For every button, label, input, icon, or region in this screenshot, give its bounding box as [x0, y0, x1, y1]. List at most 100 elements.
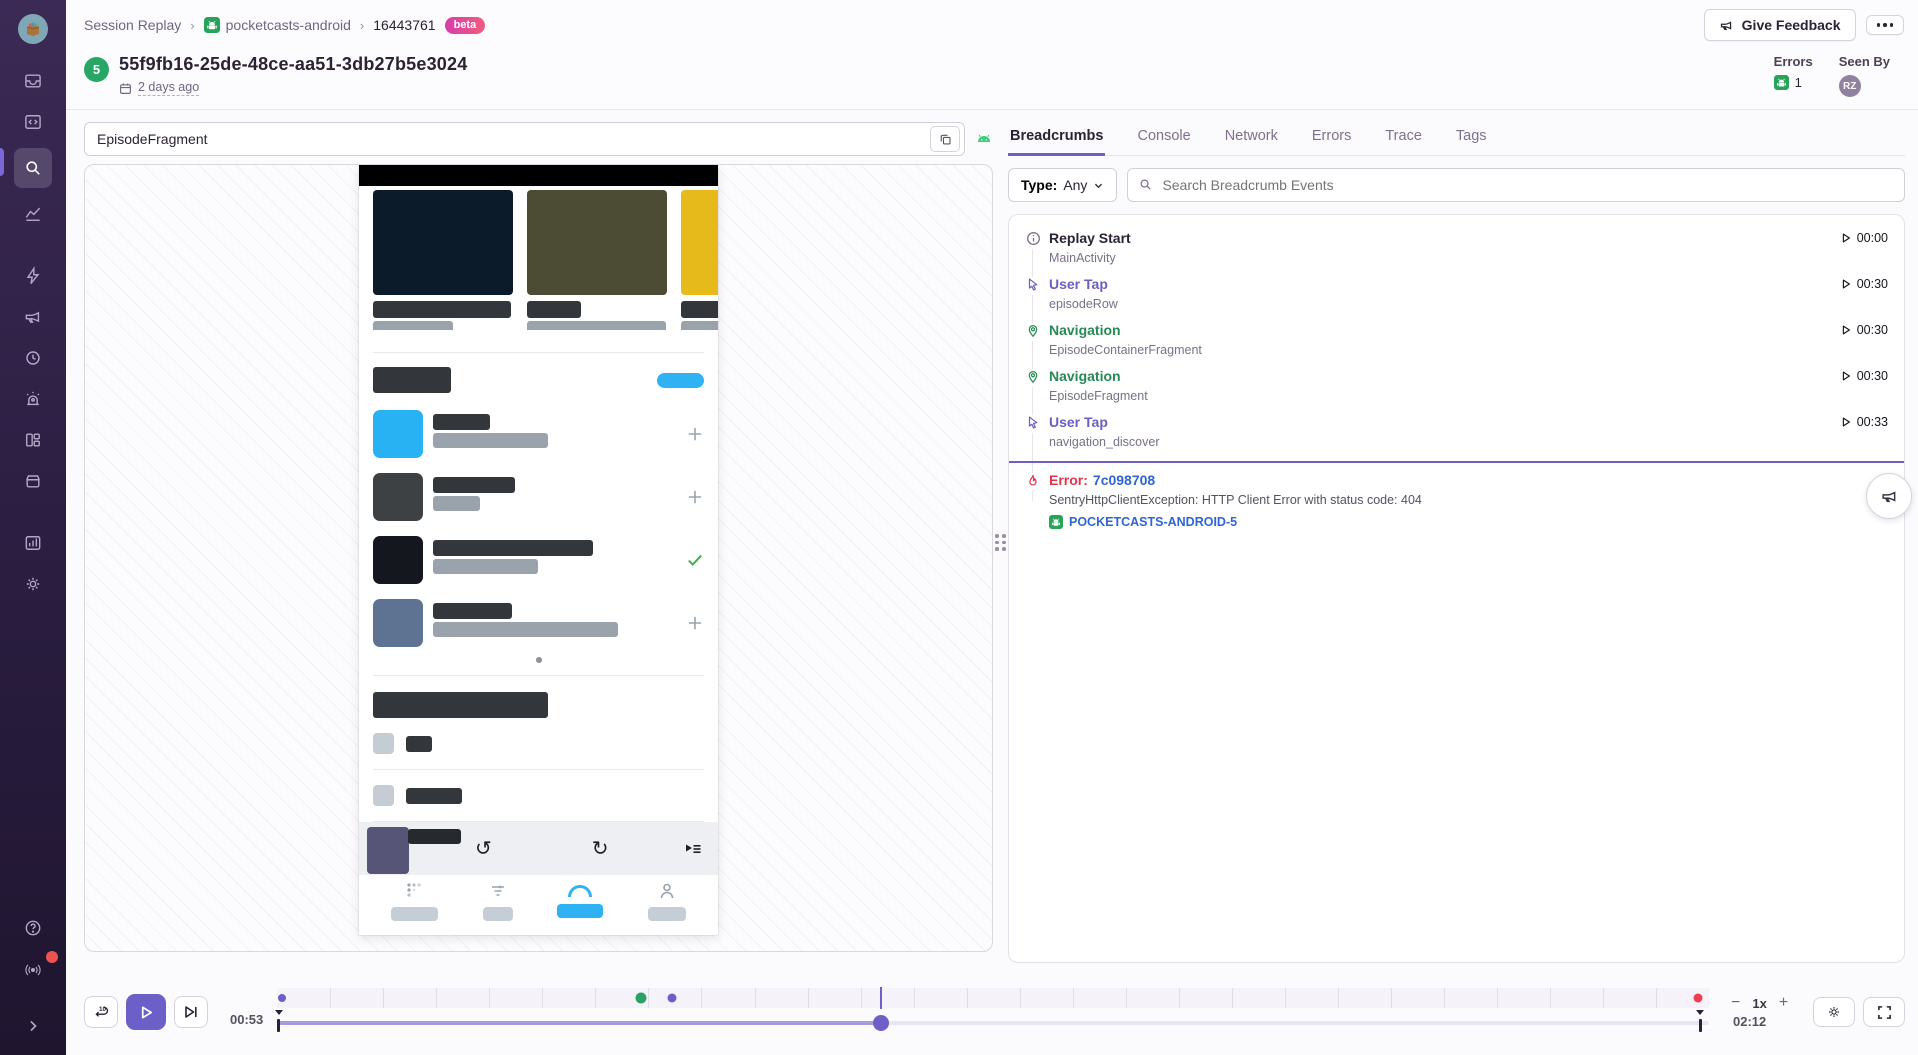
floating-feedback-button[interactable]: [1866, 473, 1912, 519]
up-next-icon: [684, 841, 702, 857]
segment-count-badge: 5: [84, 57, 109, 82]
errors-label: Errors: [1774, 54, 1813, 69]
breadcrumb-item-info[interactable]: Replay Start00:00MainActivity: [1009, 221, 1904, 267]
breadcrumb-item-tap[interactable]: User Tap00:30episodeRow: [1009, 267, 1904, 313]
sidebar-item-history[interactable]: [14, 343, 52, 373]
sidebar-collapse-toggle[interactable]: [14, 1011, 52, 1041]
replay-timeline[interactable]: [277, 988, 1709, 1036]
jump-to-time-button[interactable]: 00:00: [1840, 231, 1888, 245]
timeline-event-dot[interactable]: [1693, 994, 1702, 1003]
replay-viewer[interactable]: ↺ ↻: [84, 164, 993, 952]
breadcrumb-search-input[interactable]: [1127, 168, 1905, 202]
sidebar-item-settings[interactable]: [14, 569, 52, 599]
sidebar-item-explore[interactable]: [14, 148, 52, 188]
mini-player: ↺ ↻: [359, 822, 718, 875]
sidebar-item-layout[interactable]: [14, 425, 52, 455]
timeline-event-dot[interactable]: [668, 994, 677, 1003]
fire-icon: [1025, 473, 1041, 491]
breadcrumb-item-tap[interactable]: User Tap00:33navigation_discover: [1009, 405, 1904, 451]
breadcrumb-item-description: EpisodeFragment: [1049, 389, 1888, 403]
skip-to-end-button[interactable]: [174, 996, 208, 1028]
player-settings-button[interactable]: [1813, 997, 1855, 1027]
breadcrumb-item-title: Error:: [1049, 472, 1088, 488]
lightning-icon: [23, 266, 43, 286]
breadcrumb-item-title: User Tap: [1049, 276, 1108, 292]
seen-by-label: Seen By: [1839, 54, 1890, 69]
timeline-scrubber[interactable]: [277, 1010, 1709, 1036]
breadcrumb-session-replay[interactable]: Session Replay: [84, 17, 181, 33]
layout-icon: [23, 430, 43, 450]
speed-value[interactable]: 1x: [1752, 996, 1766, 1011]
sidebar-item-whats-new[interactable]: [14, 955, 52, 985]
person-icon: [658, 882, 676, 900]
fullscreen-icon: [1877, 1005, 1892, 1020]
sidebar-item-alerts[interactable]: [14, 261, 52, 291]
fullscreen-button[interactable]: [1863, 997, 1905, 1027]
sidebar-item-archive[interactable]: [14, 466, 52, 496]
sidebar-item-help[interactable]: [14, 913, 52, 943]
replay-id-title: 55f9fb16-25de-48ce-aa51-3db27b5e3024: [119, 54, 467, 75]
error-project-link[interactable]: POCKETCASTS-ANDROID-5: [1049, 515, 1888, 529]
timeline-tick: [967, 988, 968, 1008]
android-icon: [204, 17, 220, 33]
tab-trace[interactable]: Trace: [1383, 122, 1424, 156]
tab-console[interactable]: Console: [1135, 122, 1192, 156]
timeline-tick: [383, 988, 384, 1008]
sidebar-item-dashboards[interactable]: [14, 199, 52, 229]
sidebar-item-stats[interactable]: [14, 528, 52, 558]
type-filter-dropdown[interactable]: Type: Any: [1008, 168, 1117, 202]
timeline-tick: [1179, 988, 1180, 1008]
timeline-tick: [914, 988, 915, 1008]
breadcrumb-item-nav[interactable]: Navigation00:30EpisodeFragment: [1009, 359, 1904, 405]
timeline-tick: [330, 988, 331, 1008]
more-options-button[interactable]: [1866, 15, 1905, 35]
error-id-link[interactable]: 7c098708: [1093, 472, 1155, 488]
sidebar-item-crons[interactable]: [14, 384, 52, 414]
give-feedback-button[interactable]: Give Feedback: [1704, 9, 1856, 41]
tab-tags[interactable]: Tags: [1454, 122, 1489, 156]
tab-errors[interactable]: Errors: [1310, 122, 1353, 156]
breadcrumb-project[interactable]: pocketcasts-android: [204, 17, 351, 33]
jump-to-time-button[interactable]: 00:30: [1840, 369, 1888, 383]
jump-to-time-button[interactable]: 00:30: [1840, 277, 1888, 291]
rewind-10-button[interactable]: 10: [84, 996, 118, 1028]
plus-icon: [686, 425, 704, 443]
skip-end-icon: [183, 1004, 199, 1020]
breadcrumb-item-nav[interactable]: Navigation00:30EpisodeContainerFragment: [1009, 313, 1904, 359]
timeline-tick: [1126, 988, 1127, 1008]
breadcrumb-item-error[interactable]: Error:7c098708SentryHttpClientException:…: [1009, 463, 1904, 531]
breadcrumb-item-description: navigation_discover: [1049, 435, 1888, 449]
podcast-carousel: [359, 190, 718, 330]
timeline-strip[interactable]: [277, 988, 1709, 1008]
notification-dot: [46, 951, 58, 963]
broadcast-icon: [23, 960, 43, 980]
jump-to-time-button[interactable]: 00:30: [1840, 323, 1888, 337]
org-avatar[interactable]: [18, 14, 48, 44]
sidebar-item-projects[interactable]: [14, 107, 52, 137]
nav-podcasts: [391, 882, 438, 921]
replay-dom-search-input[interactable]: [84, 122, 965, 156]
sidebar-item-feedback[interactable]: [14, 302, 52, 332]
beta-badge: beta: [445, 17, 486, 34]
speed-increase-button[interactable]: +: [1779, 995, 1788, 1011]
megaphone-icon: [1719, 18, 1734, 33]
breadcrumb-separator: ›: [360, 18, 364, 33]
help-icon: [23, 918, 43, 938]
jump-to-time-button[interactable]: 00:33: [1840, 415, 1888, 429]
current-time-indicator: [1009, 461, 1904, 463]
issues-icon: [23, 71, 43, 91]
breadcrumb-item-description: EpisodeContainerFragment: [1049, 343, 1888, 357]
speed-decrease-button[interactable]: −: [1731, 995, 1740, 1011]
scrubber-handle[interactable]: [873, 1015, 889, 1031]
gear-icon: [1826, 1004, 1842, 1020]
copy-button[interactable]: [930, 126, 960, 152]
timeline-event-dot[interactable]: [278, 994, 286, 1002]
timeline-event-dot[interactable]: [635, 993, 646, 1004]
timeline-tick: [595, 988, 596, 1008]
sidebar-nav: [0, 66, 66, 599]
tab-breadcrumbs[interactable]: Breadcrumbs: [1008, 122, 1105, 156]
sidebar-item-issues[interactable]: [14, 66, 52, 96]
tab-network[interactable]: Network: [1223, 122, 1280, 156]
play-button[interactable]: [126, 994, 166, 1030]
panel-resize-handle[interactable]: [993, 122, 1008, 963]
